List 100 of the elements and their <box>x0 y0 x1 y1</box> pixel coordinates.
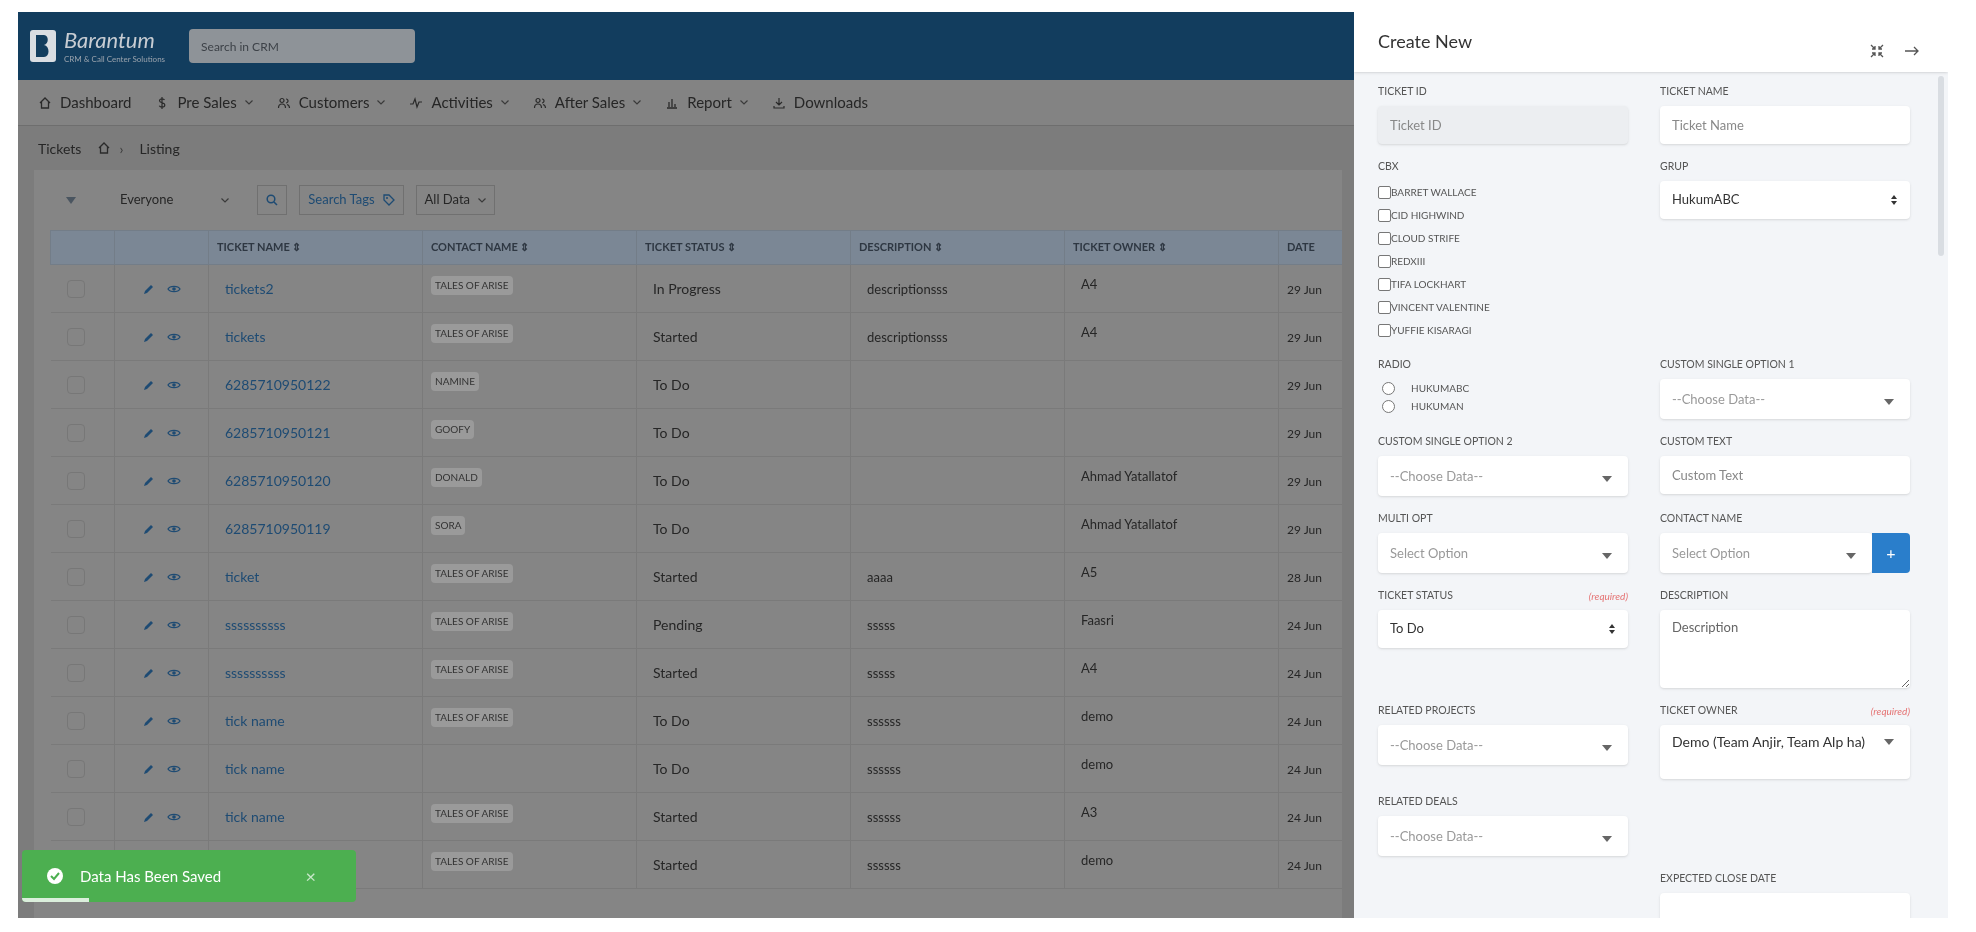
tagline: CRM & Call Center Solutions <box>64 55 166 63</box>
status-text: Started <box>652 568 699 585</box>
nav-item[interactable]: Report <box>665 91 748 114</box>
close-button[interactable]: × <box>305 862 316 890</box>
description-field[interactable]: Description <box>1660 610 1910 688</box>
required-text: (required) <box>1588 588 1628 604</box>
field-label: CBX <box>1378 159 1399 175</box>
date-cell: 29 Jun <box>1287 426 1322 441</box>
tags-button[interactable]: Search Tags <box>299 185 404 215</box>
table-cell-text: ssssss <box>866 856 902 873</box>
search-field[interactable]: Search in CRM <box>189 29 416 63</box>
field-label: EXPECTED CLOSE DATE <box>1660 871 1777 887</box>
ticket-link[interactable]: tick name <box>217 760 293 777</box>
owner-filter-select[interactable]: Everyone <box>104 185 246 215</box>
status-text: To Do <box>652 712 691 729</box>
ticket-link[interactable]: tick name <box>217 808 293 825</box>
table-cell: A4 <box>1081 324 1098 340</box>
table-cell: A4 <box>1081 276 1098 292</box>
nav-item[interactable]: Downloads <box>771 91 869 114</box>
text-field[interactable]: Ticket Name <box>1660 106 1910 144</box>
field-label: RADIO <box>1378 357 1412 373</box>
column-header[interactable]: TICKET STATUS ⇕ <box>645 240 737 254</box>
ticket-link[interactable]: ticket <box>217 568 268 585</box>
date-cell: 24 Jun <box>1287 714 1322 729</box>
table-cell-text: ssssss <box>866 760 902 777</box>
add-button[interactable]: + <box>1872 533 1910 573</box>
column-header[interactable]: CONTACT NAME ⇕ <box>431 240 530 254</box>
date-cell: 28 Jun <box>1287 570 1322 585</box>
dropdown-field[interactable]: --Choose Data-- <box>1660 379 1910 419</box>
status-text: In Progress <box>652 280 722 297</box>
contact-tag: TALES OF ARISE <box>431 564 513 583</box>
nav-item[interactable]: Dashboard <box>38 91 132 114</box>
ticket-link[interactable]: 6285710950120 <box>217 472 339 489</box>
field-label: CUSTOM SINGLE OPTION 2 <box>1378 434 1513 450</box>
table-cell: Ahmad Yatallatof <box>1081 516 1178 532</box>
date-cell: 24 Jun <box>1287 810 1322 825</box>
field-label: CUSTOM TEXT <box>1660 434 1733 450</box>
checkbox-label: VINCENT VALENTINE <box>1391 300 1490 315</box>
field-label: GRUP <box>1660 159 1689 175</box>
dropdown-field[interactable]: --Choose Data-- <box>1378 725 1628 765</box>
field-label: RELATED PROJECTS <box>1378 703 1476 719</box>
nav-item[interactable]: Pre Sales <box>155 91 253 114</box>
table-cell-text: sssss <box>866 664 897 681</box>
ticket-link[interactable]: tickets2 <box>217 280 282 297</box>
ticket-link[interactable]: 6285710950122 <box>217 376 339 393</box>
field-label: TICKET NAME <box>1660 84 1729 100</box>
table-cell-text: descriptionsss <box>866 280 949 297</box>
contact-tag: GOOFY <box>431 420 475 439</box>
ticket-link[interactable]: tick name <box>217 712 293 729</box>
field-label: TICKET ID <box>1378 84 1427 100</box>
dropdown-field[interactable]: Select Option <box>1660 533 1872 573</box>
radio-label: HUKUMAN <box>1411 398 1464 414</box>
checkbox-label: YUFFIE KISARAGI <box>1391 323 1472 338</box>
ticket-link[interactable]: 6285710950119 <box>217 520 339 537</box>
ticket-link[interactable]: ssssssssss <box>217 616 294 633</box>
select-field[interactable]: To Do <box>1378 610 1628 648</box>
data-filter-select[interactable]: All Data <box>415 185 496 215</box>
ticket-link[interactable]: ssssssssss <box>217 664 294 681</box>
table-cell: demo <box>1081 708 1114 724</box>
table-cell: Ahmad Yatallatof <box>1081 468 1178 484</box>
dropdown-field[interactable]: --Choose Data-- <box>1378 456 1628 496</box>
date-cell: 24 Jun <box>1287 618 1322 633</box>
date-cell: 29 Jun <box>1287 474 1322 489</box>
field-label: TICKET OWNER <box>1660 703 1738 719</box>
select-field[interactable]: HukumABC <box>1660 181 1910 219</box>
field-label: MULTI OPT <box>1378 511 1433 527</box>
checkbox-label: CLOUD STRIFE <box>1391 231 1460 246</box>
column-header[interactable]: DESCRIPTION ⇕ <box>859 240 944 254</box>
table-cell-text: ssssss <box>866 712 902 729</box>
ticket-link[interactable]: 6285710950121 <box>217 424 339 441</box>
table-cell-text: aaaa <box>866 568 894 585</box>
status-text: To Do <box>652 760 691 777</box>
column-header[interactable]: TICKET OWNER ⇕ <box>1073 240 1167 254</box>
nav-item[interactable]: Activities <box>409 91 509 114</box>
date-cell: 24 Jun <box>1287 762 1322 777</box>
table-cell-text: ssssss <box>866 808 902 825</box>
field-label: CUSTOM SINGLE OPTION 1 <box>1660 357 1795 373</box>
contact-tag: NAMINE <box>431 372 479 391</box>
field-label: RELATED DEALS <box>1378 794 1458 810</box>
table-cell-text: descriptionsss <box>866 328 949 345</box>
status-text: To Do <box>652 520 691 537</box>
status-text: Pending <box>652 616 704 633</box>
column-header[interactable]: DATE <box>1287 240 1315 254</box>
contact-tag: TALES OF ARISE <box>431 708 513 727</box>
toast-message: Data Has Been Saved <box>80 865 223 887</box>
dropdown-field[interactable]: Demo (Team Anjir, Team Alp ha) <box>1660 725 1910 779</box>
nav-item[interactable]: After Sales <box>532 91 642 114</box>
dropdown-field[interactable]: --Choose Data-- <box>1378 816 1628 856</box>
logo-text: Barantum <box>64 29 156 51</box>
nav-item[interactable]: Customers <box>276 91 386 114</box>
status-text: To Do <box>652 472 691 489</box>
field-label: CONTACT NAME <box>1660 511 1743 527</box>
dropdown-field[interactable]: Select Option <box>1378 533 1628 573</box>
page-title: Tickets <box>38 138 82 159</box>
column-header[interactable]: TICKET NAME ⇕ <box>217 240 302 254</box>
status-text: Started <box>652 856 699 873</box>
text-field[interactable]: Custom Text <box>1660 456 1910 494</box>
date-cell: 29 Jun <box>1287 330 1322 345</box>
ticket-link[interactable]: tickets <box>217 328 274 345</box>
checkbox-label: TIFA LOCKHART <box>1391 277 1467 292</box>
